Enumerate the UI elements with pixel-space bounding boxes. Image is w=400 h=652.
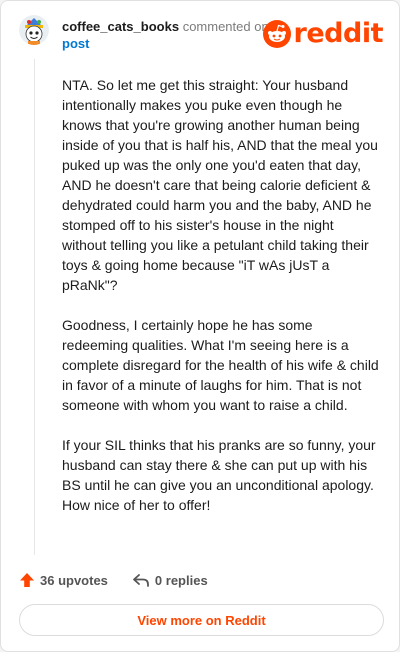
comment-body: NTA. So let me get this straight: Your h… <box>62 75 380 535</box>
upvote-arrow-icon <box>20 573 34 587</box>
comment-paragraph: Goodness, I certainly hope he has some r… <box>62 317 379 413</box>
avatar[interactable] <box>19 15 49 45</box>
comment-card: coffee_cats_books commented on post redd… <box>0 0 400 652</box>
comment-paragraph: If your SIL thinks that his pranks are s… <box>62 437 376 513</box>
comment-header: coffee_cats_books commented on post redd… <box>19 15 384 55</box>
upvote-count: 36 upvotes <box>40 572 108 588</box>
reddit-wordmark: reddit <box>293 18 384 49</box>
upvote-button[interactable]: 36 upvotes <box>19 572 108 588</box>
commented-label: commented on <box>182 19 269 34</box>
reddit-logo[interactable]: reddit <box>262 18 384 49</box>
reply-arrow-icon <box>133 574 149 587</box>
comment-paragraph: NTA. So let me get this straight: Your h… <box>62 77 378 293</box>
post-link[interactable]: post <box>62 36 89 51</box>
username-link[interactable]: coffee_cats_books <box>62 19 179 34</box>
reply-button[interactable]: 0 replies <box>132 572 208 588</box>
comment-actions: 36 upvotes 0 replies <box>19 569 232 591</box>
view-more-button[interactable]: View more on Reddit <box>19 604 384 636</box>
reddit-snoo-icon <box>262 20 291 48</box>
comment-meta: coffee_cats_books commented on post <box>62 18 269 52</box>
reply-count: 0 replies <box>154 572 208 588</box>
thread-line[interactable] <box>34 59 35 555</box>
